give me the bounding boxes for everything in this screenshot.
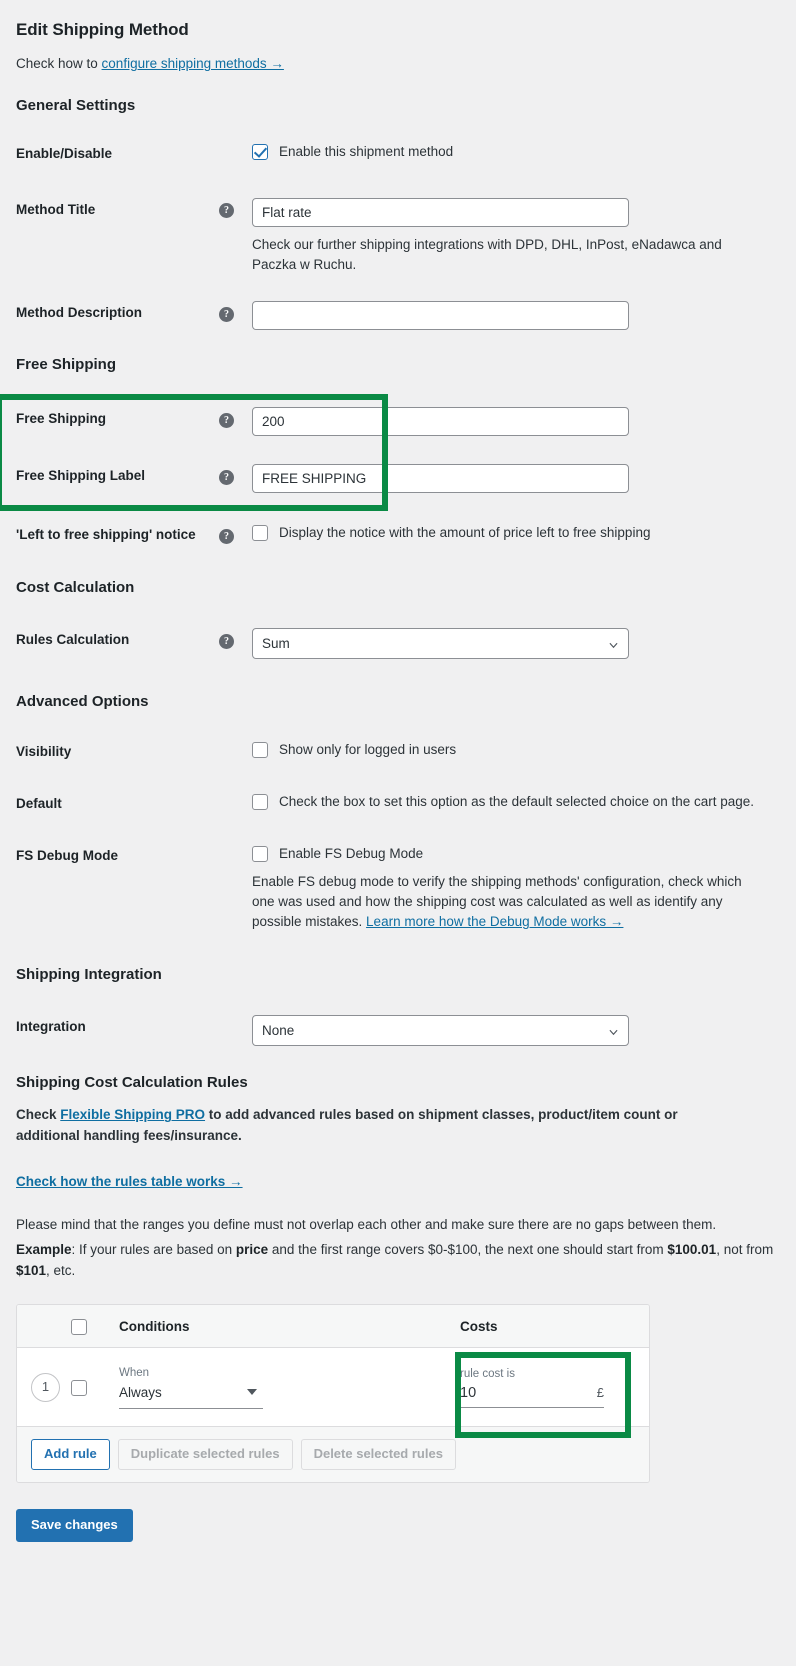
configure-shipping-methods-link[interactable]: configure shipping methods → xyxy=(102,56,284,71)
free-shipping-input[interactable] xyxy=(252,407,629,437)
section-title-general-settings: General Settings xyxy=(16,97,136,114)
checkbox-label-show-only-logged-in: Show only for logged in users xyxy=(279,742,457,758)
help-icon-method-title[interactable]: ? xyxy=(219,203,234,219)
caret-down-icon xyxy=(247,1388,257,1395)
label-integration: Integration xyxy=(16,1019,86,1035)
checkbox-default-option[interactable] xyxy=(252,794,268,811)
checkbox-label-display-left-to-free-notice: Display the notice with the amount of pr… xyxy=(279,525,651,541)
rule-cost-input[interactable]: 10 £ xyxy=(460,1385,604,1408)
fs-debug-mode-description: Enable FS debug mode to verify the shipp… xyxy=(252,872,764,933)
field-row-free-shipping: Free Shipping ? xyxy=(16,407,780,437)
help-icon-left-to-free-shipping-notice[interactable]: ? xyxy=(219,528,234,544)
label-method-title: Method Title xyxy=(16,201,96,217)
checkbox-select-rule-1[interactable] xyxy=(71,1380,87,1397)
method-title-input[interactable] xyxy=(252,197,629,227)
flexible-shipping-pro-link[interactable]: Flexible Shipping PRO xyxy=(60,1107,205,1122)
checkbox-display-left-to-free-notice[interactable] xyxy=(252,525,268,542)
column-header-costs: Costs xyxy=(460,1318,498,1334)
ranges-example-text: Example: If your rules are based on pric… xyxy=(16,1240,776,1282)
page-title: Edit Shipping Method xyxy=(16,20,189,39)
free-shipping-label-input[interactable] xyxy=(252,464,629,494)
debug-mode-learn-more-link[interactable]: Learn more how the Debug Mode works → xyxy=(366,914,623,929)
example-bold3: $101 xyxy=(16,1263,47,1279)
method-description-input[interactable] xyxy=(252,301,629,331)
save-changes-button[interactable]: Save changes xyxy=(16,1508,133,1542)
pro-upsell-text: Check Flexible Shipping PRO to add advan… xyxy=(16,1105,716,1147)
field-row-method-description: Method Description ? xyxy=(16,301,780,331)
rule-number-badge: 1 xyxy=(31,1372,60,1402)
page-subtitle: Check how to configure shipping methods … xyxy=(16,56,780,71)
rule-when-value: Always xyxy=(119,1384,162,1400)
example-part1: : If your rules are based on xyxy=(71,1242,236,1258)
edit-shipping-method-page: Edit Shipping Method Check how to config… xyxy=(0,0,796,1666)
table-row: 1 When Always rule cost is 10 £ xyxy=(17,1348,649,1428)
rules-table-header: Conditions Costs xyxy=(17,1305,649,1349)
field-row-default: Default Check the box to set this option… xyxy=(16,792,780,814)
label-enable-disable: Enable/Disable xyxy=(16,146,113,161)
example-label: Example xyxy=(16,1242,72,1258)
section-title-advanced-options: Advanced Options xyxy=(16,693,149,711)
rules-table-works-link[interactable]: Check how the rules table works → xyxy=(16,1174,243,1189)
field-row-fs-debug-mode: FS Debug Mode Enable FS Debug Mode Enabl… xyxy=(16,844,780,932)
help-icon-method-description[interactable]: ? xyxy=(219,306,234,322)
section-title-shipping-integration: Shipping Integration xyxy=(16,966,162,984)
column-header-conditions: Conditions xyxy=(119,1318,190,1334)
rules-table-footer: Add rule Duplicate selected rules Delete… xyxy=(17,1427,649,1482)
section-title-free-shipping: Free Shipping xyxy=(16,356,117,374)
label-free-shipping-label: Free Shipping Label xyxy=(16,468,146,484)
field-row-method-title: Method Title ? Check our further shippin… xyxy=(16,197,780,276)
help-icon-free-shipping[interactable]: ? xyxy=(219,412,234,428)
label-method-description: Method Description xyxy=(16,305,143,321)
ranges-notice-text: Please mind that the ranges you define m… xyxy=(16,1217,717,1233)
label-fs-debug-mode: FS Debug Mode xyxy=(16,848,118,864)
field-row-enable-disable: Enable/Disable Enable this shipment meth… xyxy=(16,142,780,164)
help-icon-rules-calculation[interactable]: ? xyxy=(219,633,234,649)
duplicate-selected-rules-button[interactable]: Duplicate selected rules xyxy=(117,1439,293,1470)
checkbox-select-all-rules[interactable] xyxy=(71,1319,87,1336)
rules-calculation-select[interactable]: Sum xyxy=(252,628,629,660)
method-title-description: Check our further shipping integrations … xyxy=(252,236,722,273)
add-rule-button[interactable]: Add rule xyxy=(31,1439,110,1470)
example-part4: , etc. xyxy=(46,1263,76,1279)
field-row-free-shipping-label: Free Shipping Label ? xyxy=(16,464,780,494)
checkbox-label-enable-shipment-method: Enable this shipment method xyxy=(279,144,454,159)
label-default: Default xyxy=(16,796,62,812)
rule-cost-label: rule cost is xyxy=(460,1367,515,1380)
section-title-shipping-cost-rules: Shipping Cost Calculation Rules xyxy=(16,1074,248,1092)
checkbox-show-only-logged-in[interactable] xyxy=(252,742,268,759)
label-left-to-free-shipping-notice: 'Left to free shipping' notice xyxy=(16,527,196,543)
label-rules-calculation: Rules Calculation xyxy=(16,632,130,648)
field-row-left-to-free-shipping-notice: 'Left to free shipping' notice ? Display… xyxy=(16,523,780,545)
example-part3: , not from xyxy=(716,1242,774,1258)
delete-selected-rules-button[interactable]: Delete selected rules xyxy=(300,1439,456,1470)
rule-when-select[interactable]: Always xyxy=(119,1384,263,1409)
example-part2: and the first range covers $0-$100, the … xyxy=(268,1242,668,1258)
section-title-cost-calculation: Cost Calculation xyxy=(16,579,135,597)
checkbox-label-enable-fs-debug-mode: Enable FS Debug Mode xyxy=(279,846,424,862)
example-bold1: price xyxy=(235,1242,269,1258)
label-visibility: Visibility xyxy=(16,744,72,760)
rule-when-label: When xyxy=(119,1366,150,1379)
field-row-visibility: Visibility Show only for logged in users xyxy=(16,740,780,762)
checkbox-enable-shipment-method[interactable] xyxy=(252,144,268,160)
rule-cost-value: 10 xyxy=(460,1384,477,1401)
example-bold2: $100.01 xyxy=(667,1242,717,1258)
currency-symbol: £ xyxy=(596,1384,604,1400)
help-icon-free-shipping-label[interactable]: ? xyxy=(219,469,234,485)
subtitle-prefix: Check how to xyxy=(16,56,102,71)
pro-check-prefix: Check xyxy=(16,1107,61,1123)
integration-select[interactable]: None xyxy=(252,1015,629,1047)
field-row-integration: Integration None xyxy=(16,1015,780,1047)
label-free-shipping: Free Shipping xyxy=(16,411,107,427)
checkbox-label-default-option: Check the box to set this option as the … xyxy=(279,794,755,810)
rules-table-help-paragraph: Check how the rules table works → xyxy=(16,1173,780,1191)
rules-table: Conditions Costs 1 When Always rule cost… xyxy=(16,1304,650,1483)
field-row-rules-calculation: Rules Calculation ? Sum xyxy=(16,628,780,660)
checkbox-enable-fs-debug-mode[interactable] xyxy=(252,846,268,863)
